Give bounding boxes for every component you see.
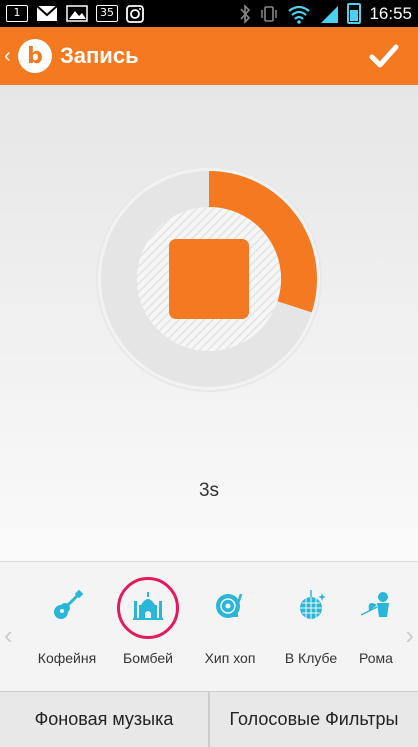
app-logo[interactable]: b [18, 39, 52, 73]
scroll-left-icon[interactable]: ‹ [4, 620, 13, 651]
turntable-icon [216, 593, 243, 618]
confirm-check-icon[interactable] [368, 40, 400, 72]
weather-temperature-icon: 35 [96, 5, 118, 22]
preset-item-cafe[interactable]: Кофейня [27, 580, 107, 666]
preset-item-hiphop[interactable]: Хип хоп [190, 580, 270, 666]
background-music-button[interactable]: Фоновая музыка [0, 692, 210, 747]
battery-icon [347, 3, 362, 24]
recording-area: 3s [0, 85, 418, 561]
guitar-icon [54, 589, 84, 619]
gallery-icon [66, 5, 88, 22]
wifi-icon [288, 5, 311, 24]
notification-count-icon: 1 [6, 5, 28, 22]
bottom-tab-bar: Фоновая музыка Голосовые Фильтры [0, 691, 418, 747]
preset-label: Кофейня [37, 650, 97, 666]
temple-icon [133, 592, 163, 620]
record-stop-button[interactable] [95, 165, 323, 393]
back-arrow-icon[interactable]: ‹ [4, 45, 14, 68]
preset-label: Рома [359, 650, 393, 666]
instagram-icon [126, 4, 144, 23]
scroll-right-icon[interactable]: › [405, 620, 414, 651]
vibrate-icon [261, 5, 278, 22]
elapsed-time: 3s [198, 480, 220, 501]
preset-label: Хип хоп [204, 650, 256, 666]
preset-label: В Клубе [284, 650, 338, 666]
signal-icon [321, 5, 339, 23]
page-title: Запись [60, 43, 139, 68]
preset-item-club[interactable]: В Клубе [271, 580, 351, 666]
mail-icon [36, 5, 58, 21]
preset-label: Бомбей [123, 650, 173, 666]
cupid-icon [360, 592, 389, 617]
preset-item-bombay[interactable]: Бомбей [108, 580, 188, 666]
bluetooth-icon [240, 3, 251, 24]
stop-icon [169, 239, 249, 319]
status-bar: 1 35 16:55 [0, 0, 418, 27]
disco-ball-icon [300, 590, 326, 619]
preset-strip[interactable]: ‹ › Кофейня Бомбей Хип хоп В Клубе Рома [0, 561, 418, 691]
clock: 16:55 [369, 3, 412, 23]
voice-filters-button[interactable]: Голосовые Фильтры [210, 692, 418, 747]
preset-item-romance[interactable]: Рома [346, 580, 406, 666]
action-bar: ‹ b Запись [0, 27, 418, 85]
